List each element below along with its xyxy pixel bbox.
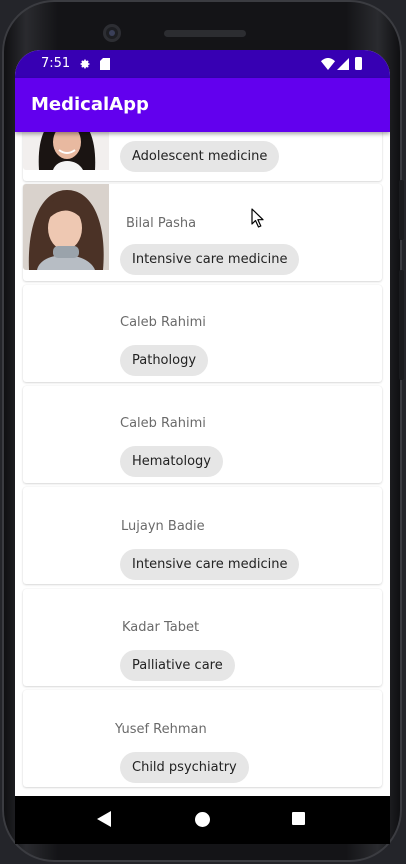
sd-card-icon: [100, 58, 110, 70]
doctor-photo: [23, 184, 109, 270]
doctor-card[interactable]: Lujayn Badie Intensive care medicine: [23, 487, 382, 584]
specialty-chip: Pathology: [120, 345, 209, 376]
gear-icon: [80, 59, 90, 69]
doctor-name: Yusef Rehman: [115, 722, 207, 737]
doctor-card[interactable]: Adolescent medicine: [23, 132, 382, 181]
doctor-card[interactable]: Caleb Rahimi Pathology: [23, 285, 382, 382]
specialty-chip: Child psychiatry: [120, 752, 249, 783]
specialty-chip: Palliative care: [120, 650, 235, 681]
doctor-card[interactable]: Caleb Rahimi Hematology: [23, 386, 382, 483]
doctor-card[interactable]: Yusef Rehman Child psychiatry: [23, 690, 382, 787]
doctor-name: Caleb Rahimi: [120, 315, 206, 330]
earpiece-speaker: [164, 30, 246, 37]
doctor-card[interactable]: Kadar Tabet Palliative care: [23, 589, 382, 686]
battery-icon: [355, 57, 362, 70]
navigation-bar: [15, 796, 390, 844]
specialty-chip: Hematology: [120, 446, 223, 477]
doctor-name: Kadar Tabet: [122, 620, 200, 635]
status-time: 7:51: [41, 56, 71, 71]
doctor-photo: [23, 132, 109, 170]
doctor-card[interactable]: Bilal Pasha Intensive care medicine: [23, 184, 382, 281]
power-button: [399, 180, 404, 240]
home-icon[interactable]: [195, 812, 210, 827]
specialty-chip: Intensive care medicine: [120, 244, 300, 275]
mouse-cursor-icon: [251, 208, 264, 228]
app-bar: MedicalApp: [15, 78, 390, 132]
volume-button: [399, 270, 404, 380]
device-screen: 7:51 MedicalApp Adolescent medicine Bila…: [15, 50, 390, 796]
status-bar: 7:51: [15, 50, 390, 78]
doctor-name: Bilal Pasha: [126, 216, 197, 231]
doctor-list[interactable]: Adolescent medicine Bilal Pasha Intensiv…: [15, 132, 390, 796]
signal-icon: [337, 58, 349, 70]
specialty-chip: Adolescent medicine: [120, 141, 280, 172]
specialty-chip: Intensive care medicine: [120, 549, 300, 580]
back-icon[interactable]: [97, 811, 111, 827]
front-camera: [103, 24, 121, 42]
doctor-name: Caleb Rahimi: [120, 416, 206, 431]
doctor-name: Lujayn Badie: [121, 519, 205, 534]
recents-icon[interactable]: [292, 812, 305, 825]
wifi-icon: [321, 58, 335, 70]
app-title: MedicalApp: [31, 94, 149, 115]
